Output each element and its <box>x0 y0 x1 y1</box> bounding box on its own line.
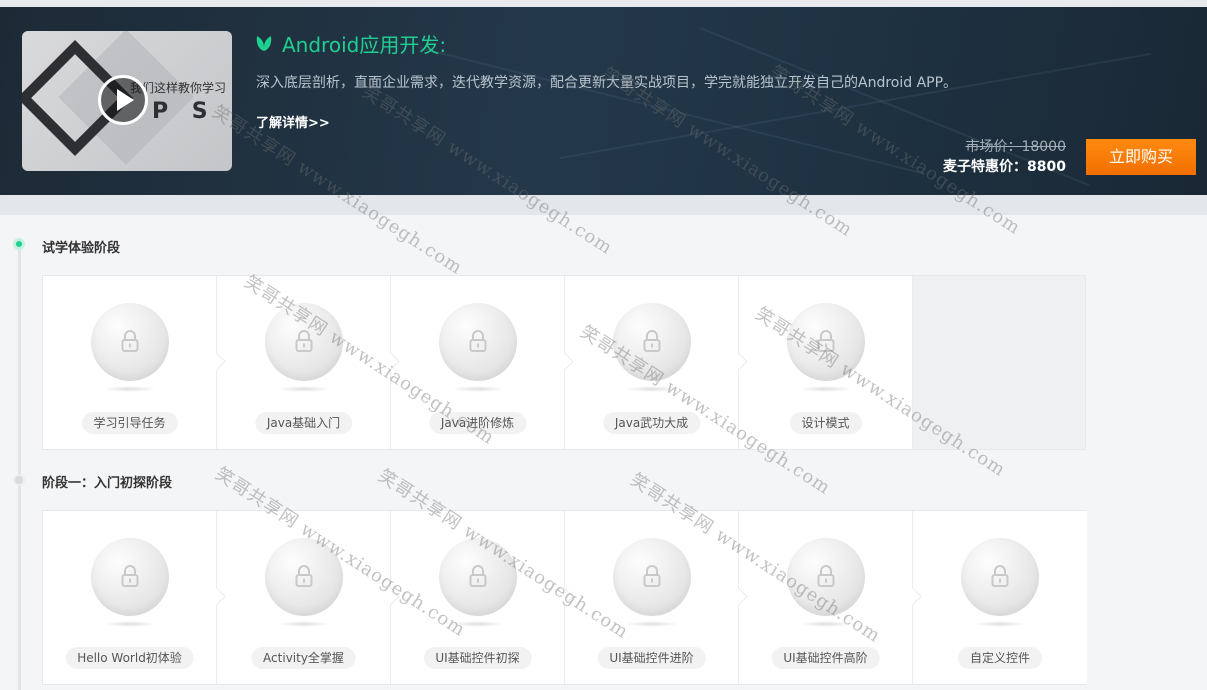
stage-title: 阶段一：入门初探阶段 <box>42 476 173 491</box>
card-label: 设计模式 <box>789 412 862 434</box>
learn-more-link[interactable]: 了解详情>> <box>256 112 330 131</box>
card-label: Hello World初体验 <box>65 647 194 669</box>
top-strip <box>0 0 1207 7</box>
lock-icon <box>295 330 313 352</box>
course-card[interactable]: 学习引导任务 <box>43 276 226 449</box>
course-card[interactable]: 自定义控件 <box>913 511 1087 684</box>
course-card[interactable]: Java武功大成 <box>565 276 748 449</box>
buy-now-button[interactable]: 立即购买 <box>1086 139 1196 175</box>
card-label: Java基础入门 <box>254 412 353 434</box>
timeline-line <box>18 245 21 690</box>
card-label: Java进阶修炼 <box>428 412 527 434</box>
lock-icon <box>817 565 835 587</box>
leaf-icon <box>256 36 272 51</box>
card-bubble-shadow <box>625 386 679 392</box>
card-bubble-shadow <box>451 386 505 392</box>
course-video-thumbnail[interactable]: 我们这样教你学习 P S <box>22 31 232 171</box>
course-card[interactable]: Hello World初体验 <box>43 511 226 684</box>
card-bubble-shadow <box>799 621 853 627</box>
card-bubble-shadow <box>973 621 1027 627</box>
course-card[interactable]: 设计模式 <box>739 276 913 449</box>
lock-icon <box>469 565 487 587</box>
card-label: Java武功大成 <box>602 412 701 434</box>
course-card[interactable]: UI基础控件高阶 <box>739 511 922 684</box>
card-bubble-shadow <box>799 386 853 392</box>
course-card[interactable]: UI基础控件初探 <box>391 511 574 684</box>
lock-icon <box>121 565 139 587</box>
special-price: 麦子特惠价：8800 <box>943 159 1066 175</box>
stage-cards-row: 学习引导任务 Java基础入门 Java进阶修炼 Java武功大成 设计模式 <box>42 275 1086 450</box>
card-label: UI基础控件进阶 <box>597 647 706 669</box>
course-card[interactable]: Java基础入门 <box>217 276 400 449</box>
card-bubble-shadow <box>277 386 331 392</box>
card-label: 学习引导任务 <box>81 412 178 434</box>
thumbnail-letters: P S <box>152 99 216 124</box>
course-card[interactable]: Activity全掌握 <box>217 511 400 684</box>
lock-icon <box>991 565 1009 587</box>
stage-dot <box>13 474 25 486</box>
lock-icon <box>295 565 313 587</box>
lock-icon <box>643 330 661 352</box>
card-bubble-shadow <box>625 621 679 627</box>
card-label: UI基础控件高阶 <box>771 647 880 669</box>
play-icon[interactable] <box>98 75 148 125</box>
course-banner: 我们这样教你学习 P S Android应用开发: 深入底层剖析，直面企业需求，… <box>0 7 1207 195</box>
banner-decoration <box>419 47 925 175</box>
course-card[interactable]: UI基础控件进阶 <box>565 511 748 684</box>
course-description: 深入底层剖析，直面企业需求，迭代教学资源，配合更新大量实战项目，学完就能独立开发… <box>256 75 958 91</box>
card-bubble-shadow <box>277 621 331 627</box>
lock-icon <box>121 330 139 352</box>
card-bubble-shadow <box>103 386 157 392</box>
course-card[interactable]: Java进阶修炼 <box>391 276 574 449</box>
stage-dot-active <box>13 238 25 250</box>
market-price: 市场价：18000 <box>965 139 1066 155</box>
card-bubble-shadow <box>103 621 157 627</box>
section-divider <box>0 195 1207 215</box>
card-label: 自定义控件 <box>957 647 1043 669</box>
lock-icon <box>817 330 835 352</box>
card-label: Activity全掌握 <box>251 647 356 669</box>
stage-cards-row: Hello World初体验 Activity全掌握 UI基础控件初探 UI基础… <box>42 510 1087 685</box>
stage-title: 试学体验阶段 <box>42 241 121 256</box>
course-title: Android应用开发: <box>282 33 447 57</box>
card-label: UI基础控件初探 <box>423 647 532 669</box>
card-bubble-shadow <box>451 621 505 627</box>
lock-icon <box>469 330 487 352</box>
lock-icon <box>643 565 661 587</box>
